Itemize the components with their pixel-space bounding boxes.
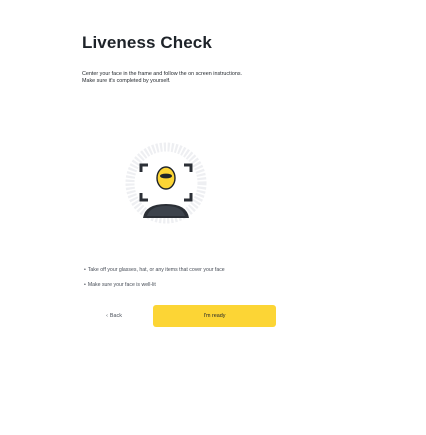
ready-button-label: I'm ready	[203, 313, 226, 319]
chevron-left-icon: ‹	[106, 313, 108, 319]
bullet: •	[84, 282, 86, 288]
back-button-label: Back	[109, 313, 122, 319]
instructions-line-2: Make sure it's completed by yourself.	[82, 78, 171, 84]
tip-text: Take off your glasses, hat, or any items…	[87, 267, 225, 273]
bullet: •	[84, 267, 86, 273]
face-scan-icon	[125, 142, 207, 224]
instructions-text: Center your face in the frame and follow…	[82, 71, 242, 85]
list-item: • Take off your glasses, hat, or any item…	[84, 267, 225, 274]
actions-bar: ‹ Back I'm ready	[82, 305, 276, 327]
list-item: • Make sure your face is well-lit	[84, 282, 225, 289]
tips-list: • Take off your glasses, hat, or any item…	[84, 267, 225, 297]
face-scan-illustration	[123, 140, 209, 226]
tip-text: Make sure your face is well-lit	[87, 282, 156, 288]
ready-button[interactable]: I'm ready	[153, 305, 276, 327]
instructions-line-1: Center your face in the frame and follow…	[82, 71, 243, 77]
back-button[interactable]: ‹ Back	[82, 305, 146, 327]
liveness-check-page: Liveness Check Center your face in the f…	[0, 0, 426, 435]
page-title: Liveness Check	[82, 33, 212, 52]
